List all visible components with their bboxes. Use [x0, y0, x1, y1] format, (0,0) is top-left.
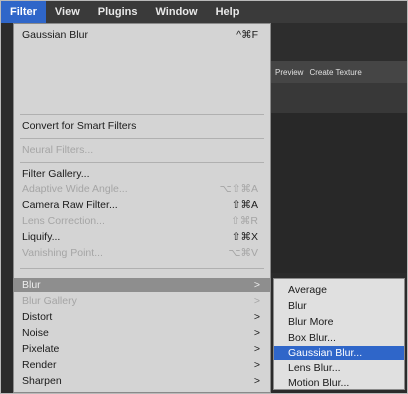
submenu-arrow-icon: >: [253, 295, 260, 307]
menu-separator: [20, 162, 264, 163]
menu-item-lens-correction: Lens Correction... ⇧⌘R: [22, 215, 258, 227]
menu-filter[interactable]: Filter: [1, 1, 46, 23]
submenu-item-gaussian-blur[interactable]: Gaussian Blur...: [274, 346, 404, 360]
menu-separator: [20, 268, 264, 269]
menu-plugins[interactable]: Plugins: [89, 1, 147, 23]
menu-item-vanishing-point: Vanishing Point... ⌥⌘V: [22, 247, 258, 259]
background-toolbar: Preview Create Texture: [269, 61, 407, 83]
filter-menu: Gaussian Blur ^⌘F Convert for Smart Filt…: [13, 23, 271, 393]
menu-view[interactable]: View: [46, 1, 89, 23]
menu-separator: [20, 138, 264, 139]
app-window: Filter View Plugins Window Help Preview …: [0, 0, 408, 394]
menu-separator: [20, 114, 264, 115]
submenu-arrow-icon: >: [253, 327, 260, 339]
menu-item-sharpen[interactable]: Sharpen >: [14, 374, 270, 388]
submenu-arrow-icon: >: [253, 343, 260, 355]
menu-bar: Filter View Plugins Window Help: [1, 1, 407, 23]
submenu-arrow-icon: >: [253, 311, 260, 323]
submenu-arrow-icon: >: [253, 359, 260, 371]
submenu-item-motion-blur[interactable]: Motion Blur...: [274, 376, 404, 390]
background-panel: [269, 113, 407, 273]
menu-item-neural-filters: Neural Filters...: [22, 144, 94, 156]
menu-item-gaussian-blur[interactable]: Gaussian Blur ^⌘F: [14, 28, 270, 42]
menu-item-render[interactable]: Render >: [14, 358, 270, 372]
submenu-item-average[interactable]: Average: [274, 283, 404, 297]
menu-item-liquify[interactable]: Liquify... ⇧⌘X: [14, 230, 270, 244]
background-area: [269, 23, 407, 61]
submenu-arrow-icon: >: [253, 375, 260, 387]
submenu-item-box-blur[interactable]: Box Blur...: [274, 331, 404, 345]
menu-item-distort[interactable]: Distort >: [14, 310, 270, 324]
preview-button[interactable]: Preview: [275, 68, 303, 77]
menu-item-convert-smart-filters[interactable]: Convert for Smart Filters: [14, 119, 270, 133]
menu-help[interactable]: Help: [207, 1, 249, 23]
create-texture-button[interactable]: Create Texture: [309, 68, 361, 77]
menu-item-noise[interactable]: Noise >: [14, 326, 270, 340]
submenu-item-blur-more[interactable]: Blur More: [274, 315, 404, 329]
menu-item-pixelate[interactable]: Pixelate >: [14, 342, 270, 356]
menu-item-filter-gallery[interactable]: Filter Gallery...: [14, 167, 270, 181]
menu-item-blur-gallery: Blur Gallery >: [22, 295, 260, 307]
blur-submenu: Average Blur Blur More Box Blur... Gauss…: [273, 278, 405, 390]
background-area: [269, 83, 407, 113]
menu-item-adaptive-wide-angle: Adaptive Wide Angle... ⌥⇧⌘A: [22, 183, 258, 195]
menu-item-blur[interactable]: Blur >: [14, 278, 270, 292]
submenu-item-lens-blur[interactable]: Lens Blur...: [274, 361, 404, 375]
submenu-arrow-icon: >: [253, 279, 260, 291]
menu-window[interactable]: Window: [147, 1, 207, 23]
menu-item-camera-raw-filter[interactable]: Camera Raw Filter... ⇧⌘A: [14, 198, 270, 212]
submenu-item-blur[interactable]: Blur: [274, 299, 404, 313]
